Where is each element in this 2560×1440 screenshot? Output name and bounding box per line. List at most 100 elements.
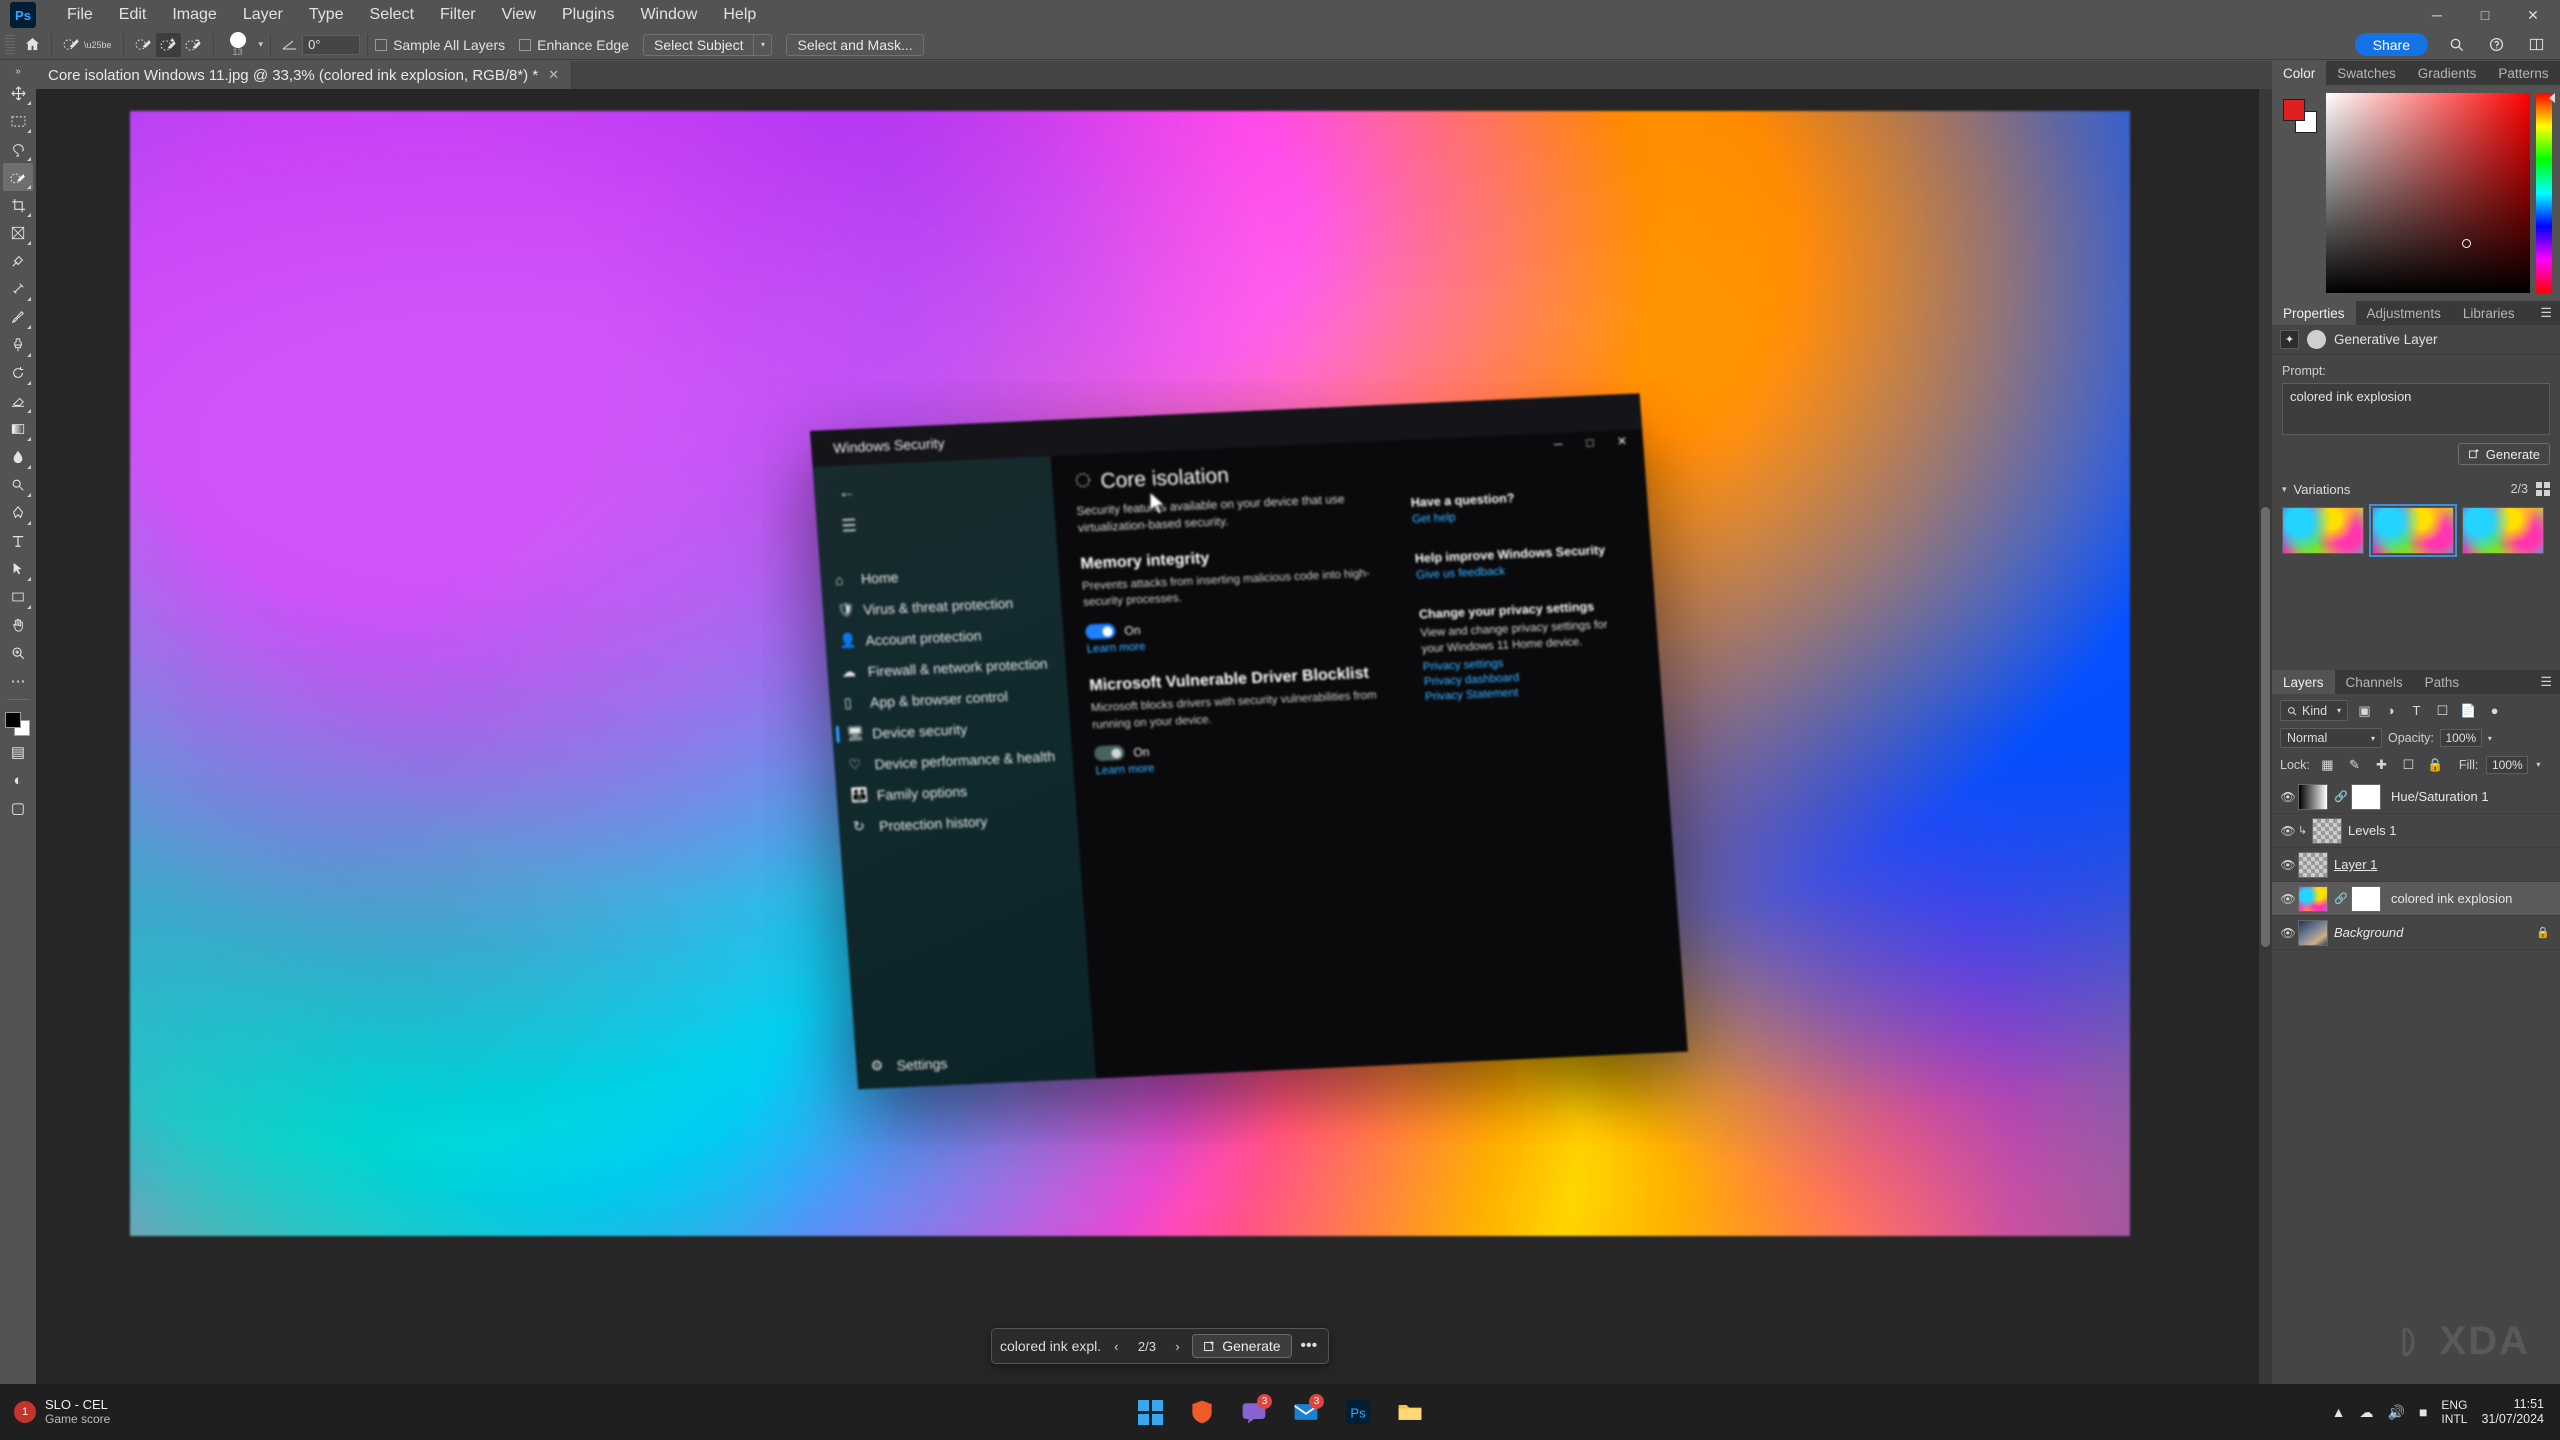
rectangular-marquee-tool[interactable] (3, 107, 33, 135)
document-canvas[interactable]: Windows Security ← ☰ ⌂ Home (130, 111, 2130, 1236)
hand-tool[interactable] (3, 611, 33, 639)
home-icon[interactable] (20, 33, 44, 57)
menu-plugins[interactable]: Plugins (549, 0, 627, 30)
layer-visibility-icon[interactable]: 👁 (2278, 790, 2298, 804)
menu-file[interactable]: File (54, 0, 106, 30)
color-panel[interactable] (2272, 85, 2560, 301)
table-row[interactable]: 👁 ↳ Levels 1 (2272, 814, 2560, 848)
eyedropper-tool[interactable] (3, 247, 33, 275)
share-button[interactable]: Share (2355, 33, 2428, 56)
lasso-tool[interactable] (3, 135, 33, 163)
scrollbar-thumb[interactable] (2261, 507, 2270, 947)
blend-mode-select[interactable]: Normal ▾ (2280, 728, 2382, 748)
layer-thumbnail[interactable] (2312, 818, 2342, 844)
menu-view[interactable]: View (489, 0, 549, 30)
link-icon[interactable]: 🔗 (2334, 790, 2346, 803)
foreground-color-swatch[interactable] (5, 712, 21, 728)
table-row[interactable]: 👁 🔗 colored ink explosion (2272, 882, 2560, 916)
panel-menu-icon[interactable]: ☰ (2540, 305, 2560, 321)
new-selection-button[interactable] (131, 33, 156, 57)
variations-header[interactable]: ▾ Variations 2/3 (2272, 477, 2560, 501)
eraser-tool[interactable] (3, 387, 33, 415)
arrange-documents-icon[interactable] (2524, 33, 2548, 57)
move-tool[interactable] (3, 79, 33, 107)
battery-icon[interactable]: ■ (2419, 1404, 2427, 1420)
maximize-button[interactable]: □ (2468, 0, 2502, 30)
menu-layer[interactable]: Layer (230, 0, 296, 30)
tab-channels[interactable]: Channels (2335, 670, 2414, 694)
opacity-chevron-down-icon[interactable]: ▾ (2488, 734, 2492, 743)
help-icon[interactable] (2484, 33, 2508, 57)
variation-thumbnail-selected[interactable] (2372, 507, 2454, 554)
menu-type[interactable]: Type (296, 0, 357, 30)
brush-options-chevron-down-icon[interactable]: ▾ (259, 39, 264, 50)
rectangle-tool[interactable] (3, 583, 33, 611)
tab-patterns[interactable]: Patterns (2487, 61, 2559, 85)
color-swatches[interactable] (3, 710, 33, 738)
clock[interactable]: 11:51 31/07/2024 (2481, 1397, 2544, 1427)
close-button[interactable]: ✕ (1606, 428, 1638, 455)
generative-prompt-text[interactable]: colored ink expl... (1000, 1338, 1102, 1354)
layer-name[interactable]: Background (2334, 925, 2403, 940)
document-tab[interactable]: Core isolation Windows 11.jpg @ 33,3% (c… (36, 61, 572, 89)
chevron-down-icon[interactable]: ▾ (2282, 484, 2287, 495)
options-bar-grip[interactable] (5, 35, 15, 55)
gradient-tool[interactable] (3, 415, 33, 443)
angle-input[interactable]: 0° (302, 35, 360, 55)
filter-toggle-icon[interactable]: ● (2485, 701, 2504, 720)
taskbar-app-explorer[interactable] (1390, 1392, 1430, 1432)
tab-swatches[interactable]: Swatches (2326, 61, 2407, 85)
lock-image-pixels-icon[interactable]: ✎ (2345, 755, 2364, 774)
next-variation-button[interactable]: › (1169, 1339, 1186, 1354)
grid-view-icon[interactable] (2536, 482, 2550, 496)
canvas-area[interactable]: Windows Security ← ☰ ⌂ Home (36, 89, 2272, 1408)
layer-name[interactable]: Levels 1 (2348, 823, 2396, 838)
taskbar-app-brave[interactable] (1182, 1392, 1222, 1432)
smart-object-filter-icon[interactable]: 📄 (2459, 701, 2478, 720)
adjustment-filter-icon[interactable]: ◑ (2381, 701, 2400, 720)
opacity-input[interactable]: 100% (2440, 729, 2482, 747)
previous-variation-button[interactable]: ‹ (1108, 1339, 1125, 1354)
pixel-filter-icon[interactable]: ▣ (2355, 701, 2374, 720)
menu-select[interactable]: Select (357, 0, 427, 30)
layer-name[interactable]: colored ink explosion (2391, 891, 2512, 906)
generate-button[interactable]: Generate (1192, 1334, 1291, 1358)
tab-layers[interactable]: Layers (2272, 670, 2335, 694)
type-tool[interactable] (3, 527, 33, 555)
generate-button[interactable]: Generate (2458, 443, 2550, 465)
generative-fill-toolbar[interactable]: colored ink expl... ‹ 2/3 › Generate ••• (991, 1328, 1329, 1364)
brush-tool[interactable] (3, 303, 33, 331)
layer-visibility-icon[interactable]: 👁 (2278, 892, 2298, 906)
tab-color[interactable]: Color (2272, 61, 2326, 85)
tab-adjustments[interactable]: Adjustments (2356, 301, 2452, 325)
variation-thumbnail[interactable] (2462, 507, 2544, 554)
select-subject-button[interactable]: Select Subject (643, 34, 755, 56)
object-selection-tool[interactable] (3, 163, 33, 191)
back-arrow-icon[interactable]: ← (828, 477, 866, 509)
table-row[interactable]: 👁 Background 🔒 (2272, 916, 2560, 950)
toolbar-collapse-button[interactable]: » (0, 63, 36, 79)
tab-paths[interactable]: Paths (2414, 670, 2471, 694)
select-subject-split-button[interactable]: Select Subject ▾ (643, 34, 773, 56)
screen-mode-icon[interactable]: ▢ (3, 794, 33, 822)
wifi-icon[interactable]: ☁ (2360, 1404, 2374, 1421)
menu-filter[interactable]: Filter (427, 0, 489, 30)
type-filter-icon[interactable]: T (2407, 701, 2426, 720)
add-to-selection-button[interactable] (156, 33, 181, 57)
game-score-widget[interactable]: 1 SLO - CEL Game score (0, 1398, 110, 1427)
menu-image[interactable]: Image (159, 0, 229, 30)
tab-gradients[interactable]: Gradients (2407, 61, 2488, 85)
panel-menu-icon[interactable]: ☰ (2540, 674, 2560, 690)
layer-thumbnail[interactable] (2298, 852, 2328, 878)
path-selection-tool[interactable] (3, 555, 33, 583)
layer-visibility-icon[interactable]: 👁 (2278, 824, 2298, 838)
tab-libraries[interactable]: Libraries (2452, 301, 2526, 325)
lock-position-icon[interactable]: ✚ (2372, 755, 2391, 774)
color-field-marker[interactable] (2462, 239, 2471, 248)
more-tools-button[interactable]: ⋯ (3, 667, 33, 695)
foreground-color-swatch[interactable] (2283, 99, 2305, 121)
quick-mask-icon[interactable]: ◐ (3, 766, 33, 794)
zoom-tool[interactable] (3, 639, 33, 667)
start-button[interactable] (1130, 1392, 1170, 1432)
hue-slider-marker[interactable] (2549, 93, 2555, 103)
